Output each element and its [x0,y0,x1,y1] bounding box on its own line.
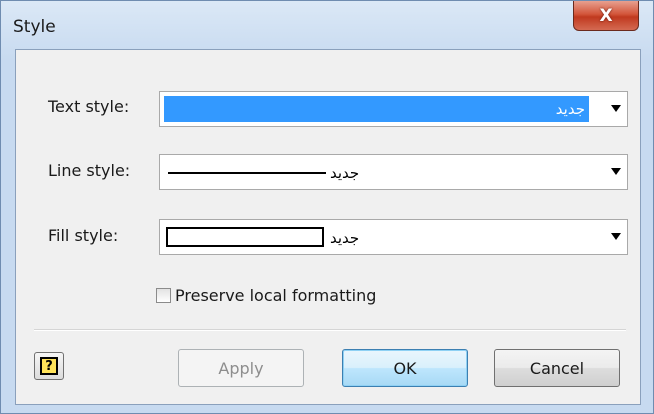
separator [34,329,626,331]
line-style-combobox[interactable]: جديد [159,154,628,190]
close-button[interactable]: X [573,1,639,31]
dialog-body: Text style: جديد Line style: جديد Fill s… [15,49,641,405]
chevron-down-icon[interactable] [611,168,621,175]
preserve-formatting-checkbox[interactable] [156,288,171,303]
fill-style-combobox[interactable]: جديد [159,219,628,255]
line-style-preview [168,172,326,174]
text-style-label: Text style: [48,97,130,116]
ok-button[interactable]: OK [342,349,468,387]
cancel-button[interactable]: Cancel [494,349,620,387]
preserve-formatting-label[interactable]: Preserve local formatting [175,286,376,305]
style-dialog: Style X Text style: جديد Line style: جدي… [0,0,654,414]
text-style-value: جديد [164,96,589,122]
fill-style-label: Fill style: [48,226,119,245]
chevron-down-icon[interactable] [611,105,621,112]
help-button[interactable]: ? [34,352,64,380]
text-style-combobox[interactable]: جديد [159,91,628,127]
dialog-title: Style [13,17,56,37]
chevron-down-icon[interactable] [611,233,621,240]
preserve-formatting-option[interactable]: Preserve local formatting [156,286,376,305]
fill-style-value: جديد [330,229,360,247]
line-style-label: Line style: [48,161,131,180]
apply-button[interactable]: Apply [178,349,304,387]
help-icon: ? [40,357,58,375]
line-style-value: جديد [330,164,360,182]
fill-style-preview [166,227,324,247]
close-icon: X [599,5,613,26]
